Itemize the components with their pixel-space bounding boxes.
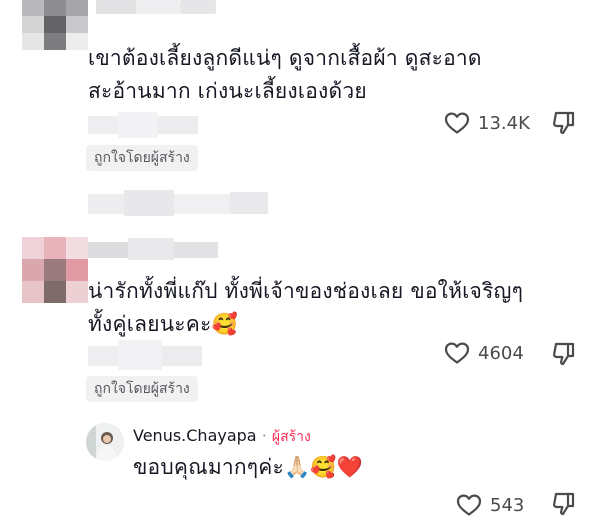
- comment-meta-blurred: [88, 340, 238, 370]
- heart-outline-icon[interactable]: [444, 341, 470, 365]
- thumbs-down-outline-icon[interactable]: [551, 341, 577, 367]
- username-blurred[interactable]: [96, 0, 216, 14]
- like-count: 13.4K: [478, 112, 530, 134]
- heart-outline-icon[interactable]: [456, 493, 482, 517]
- username-blurred[interactable]: [88, 238, 218, 260]
- comment-text-line: เขาต้องเลี้ยงลูกดีแน่ๆ ดูจากเสื้อผ้า ดูส…: [88, 46, 482, 70]
- view-replies-blurred[interactable]: [88, 186, 268, 220]
- comment-text: เขาต้องเลี้ยงลูกดีแน่ๆ ดูจากเสื้อผ้า ดูส…: [88, 42, 482, 108]
- creator-avatar[interactable]: [86, 423, 124, 461]
- like-control[interactable]: 543: [456, 493, 524, 517]
- creator-username[interactable]: Venus.Chayapa: [133, 426, 257, 445]
- reply-text: ขอบคุณมากๆค่ะ🙏🏻🥰❤️: [133, 451, 363, 484]
- comment-text-line: สะอ้านมาก เก่งนะเลี้ยงเองด้วย: [88, 79, 367, 103]
- reply-text-content: ขอบคุณมากๆค่ะ: [133, 455, 284, 479]
- like-count: 543: [490, 494, 525, 516]
- liked-by-creator-badge: ถูกใจโดยผู้สร้าง: [86, 376, 198, 402]
- avatar[interactable]: [22, 0, 88, 50]
- avatar-photo: [86, 423, 124, 461]
- reply-header: Venus.Chayapa · ผู้สร้าง: [133, 426, 311, 448]
- comment-text-line: น่ารักทั้งพี่แก๊ป ทั้งพี่เจ้าของช่องเลย …: [88, 279, 524, 303]
- avatar[interactable]: [22, 237, 88, 303]
- liked-by-creator-badge: ถูกใจโดยผู้สร้าง: [86, 145, 198, 171]
- comment-meta-blurred: [88, 112, 238, 138]
- thumbs-down-outline-icon[interactable]: [551, 491, 577, 517]
- like-control[interactable]: 4604: [444, 341, 524, 365]
- like-count: 4604: [478, 342, 524, 364]
- thumbs-down-outline-icon[interactable]: [551, 110, 577, 136]
- comment-text-content: ทั้งคู่เลยนะคะ: [88, 312, 212, 336]
- separator-dot: ·: [261, 426, 267, 445]
- reply-emojis: 🙏🏻🥰❤️: [283, 455, 364, 479]
- heart-outline-icon[interactable]: [444, 111, 470, 135]
- comment-text: น่ารักทั้งพี่แก๊ป ทั้งพี่เจ้าของช่องเลย …: [88, 275, 523, 341]
- comment-text-line: ทั้งคู่เลยนะคะ🥰: [88, 308, 523, 341]
- like-control[interactable]: 13.4K: [444, 111, 530, 135]
- creator-label: ผู้สร้าง: [271, 429, 311, 445]
- smiling-hearts-emoji: 🥰: [211, 312, 238, 336]
